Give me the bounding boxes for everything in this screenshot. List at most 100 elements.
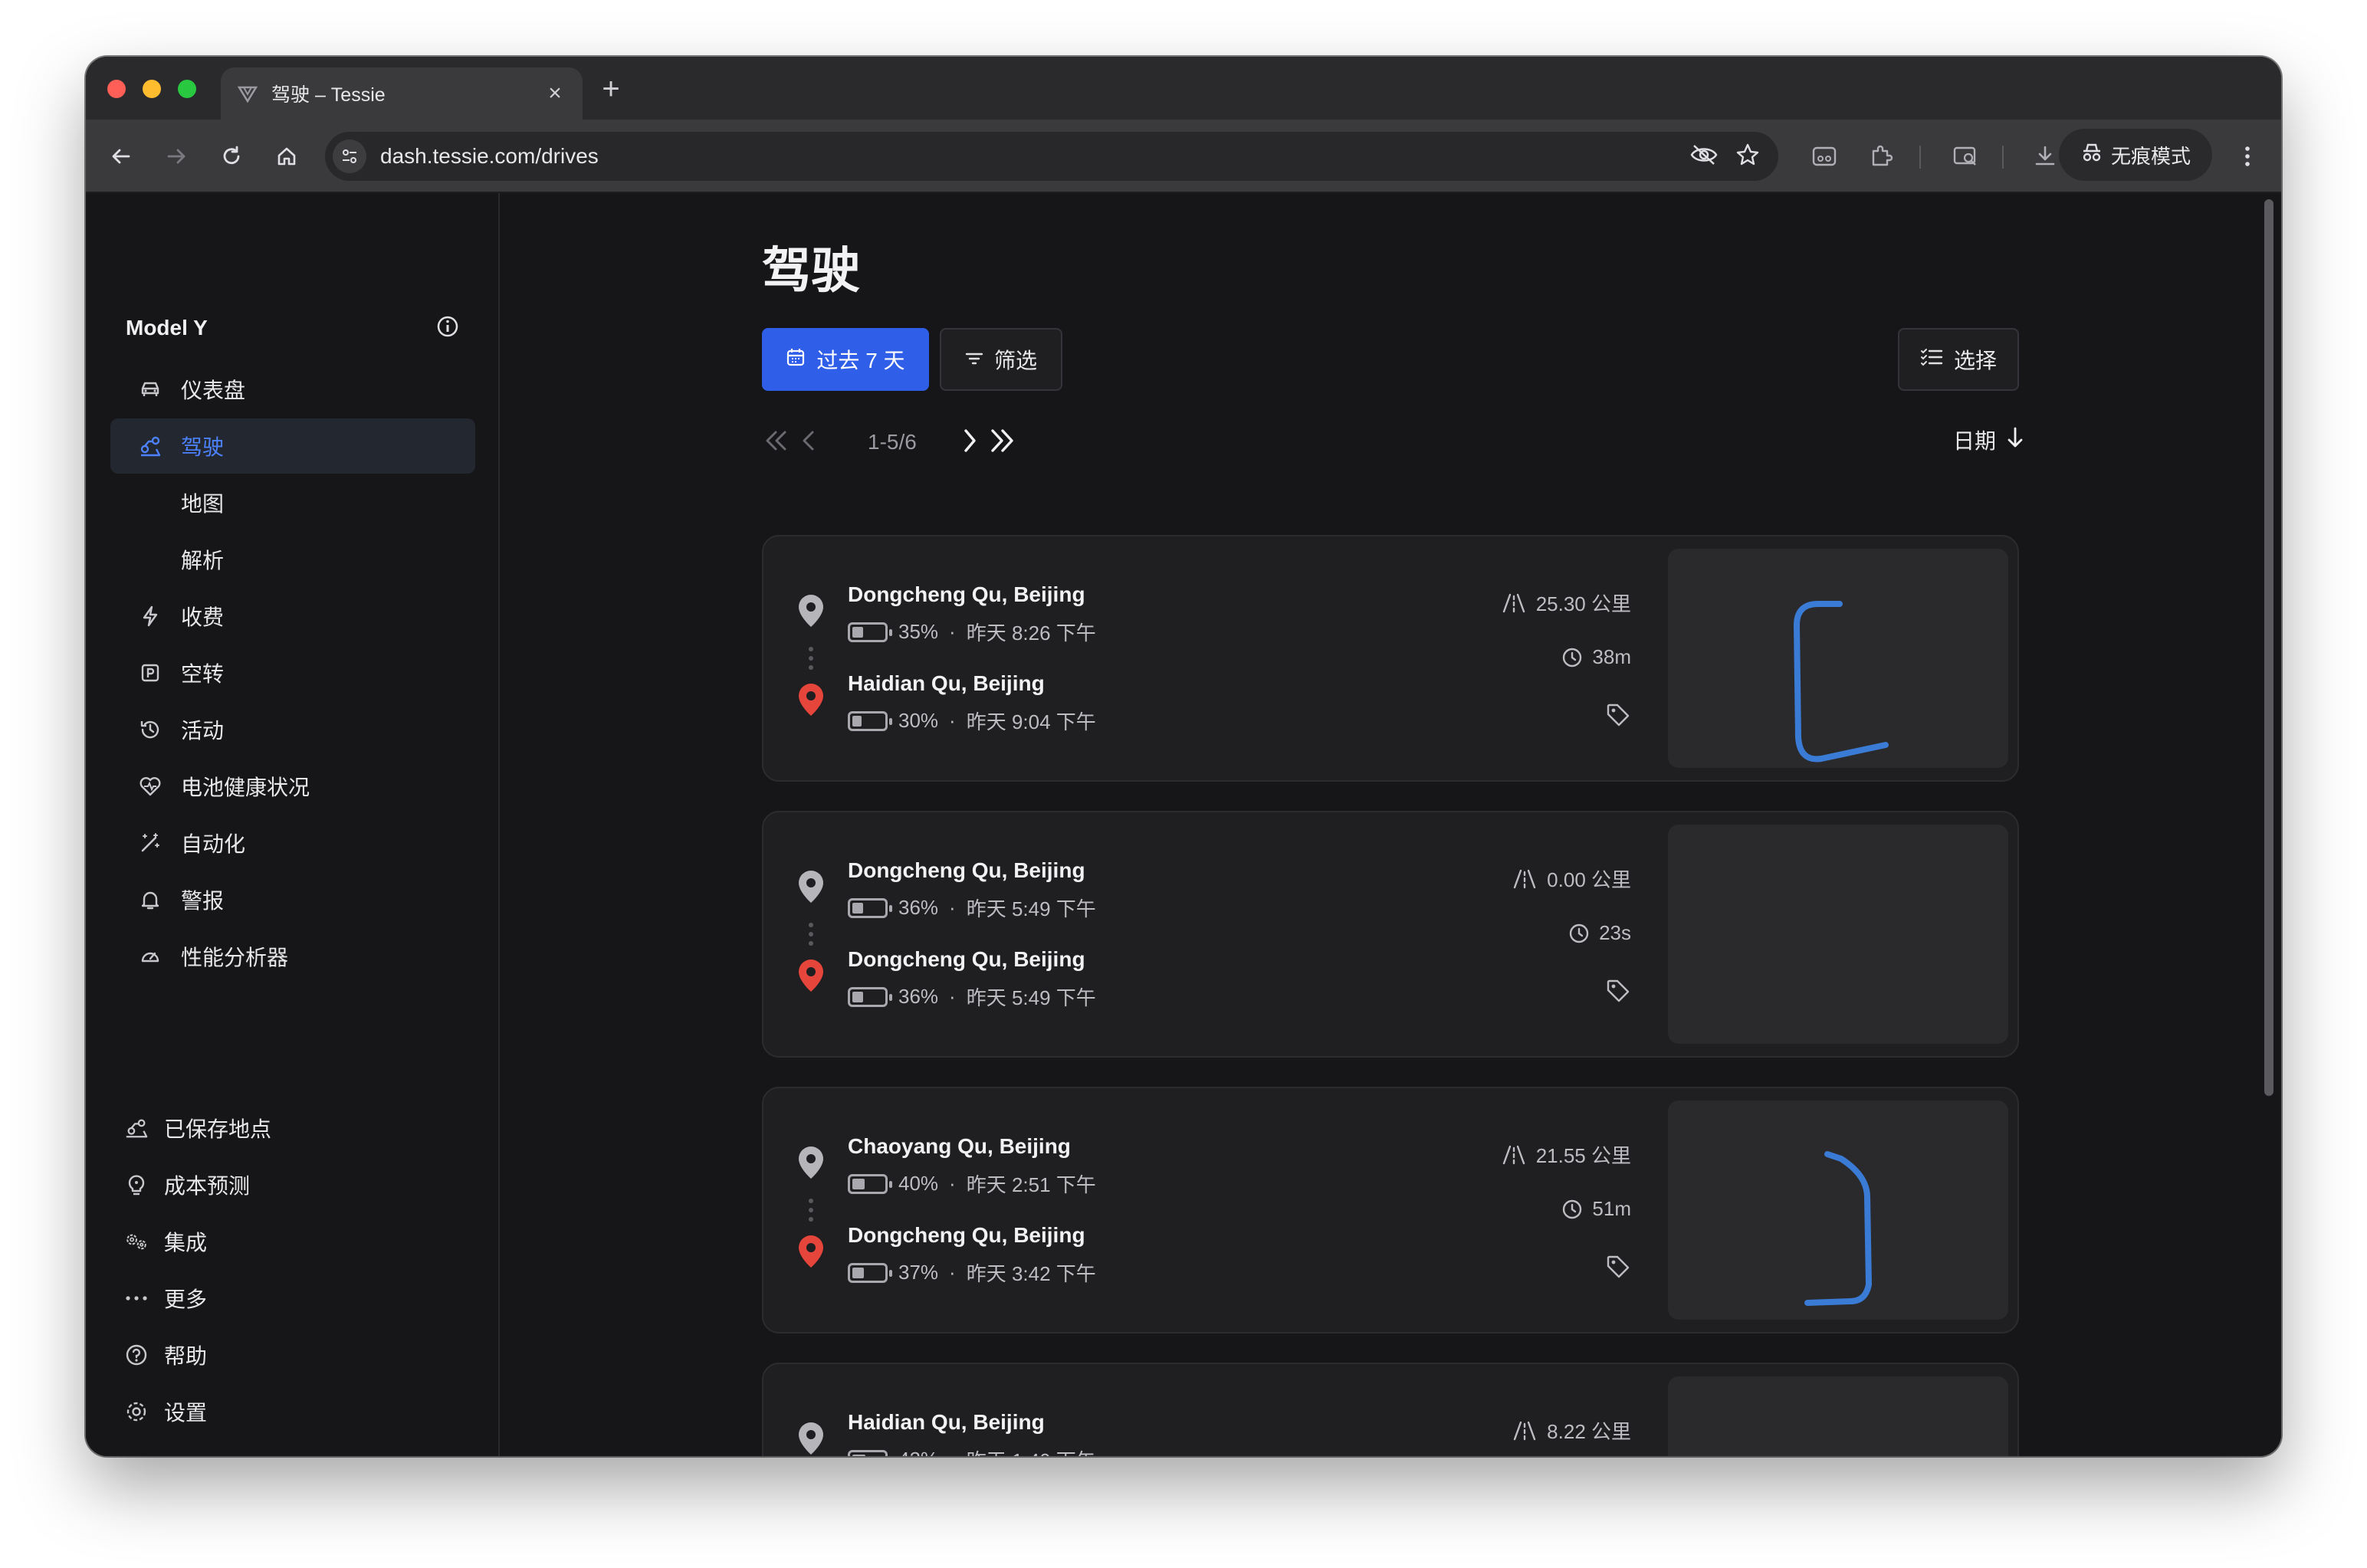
distance-stat: 8.22 公里 <box>1512 1416 1631 1445</box>
battery-heart-icon <box>138 774 163 799</box>
road-icon <box>1513 1421 1536 1440</box>
end-battery: 37% <box>898 1261 939 1284</box>
toolbar-divider <box>1919 146 1921 169</box>
reading-mode-icon[interactable] <box>1804 136 1844 176</box>
tab-search-icon[interactable] <box>1945 136 1985 176</box>
drive-card[interactable]: Haidian Qu, Beijing 42% · 昨天 1:40 下午 Cha… <box>762 1363 2019 1456</box>
sidebar-item-analysis[interactable]: 解析 <box>110 532 475 587</box>
start-location-pin-icon <box>799 595 823 627</box>
route-map[interactable] <box>1668 1101 2008 1320</box>
bookmark-star-icon[interactable] <box>1735 143 1760 171</box>
sidebar-item-alerts[interactable]: 警报 <box>110 872 475 927</box>
start-time: 昨天 8:26 下午 <box>966 622 1096 645</box>
tag-button[interactable] <box>1605 978 1631 1004</box>
tag-button[interactable] <box>1605 1254 1631 1280</box>
drive-card[interactable]: Dongcheng Qu, Beijing 35% · 昨天 8:26 下午 H… <box>762 535 2019 782</box>
prev-page-icon[interactable] <box>800 429 817 456</box>
sidebar-item-automation[interactable]: 自动化 <box>110 815 475 871</box>
sidebar-item-idle[interactable]: 空转 <box>110 645 475 700</box>
separator-dot: · <box>949 985 956 1008</box>
sidebar-item-more[interactable]: 更多 <box>124 1275 207 1321</box>
date-range-label: 过去 7 天 <box>816 349 905 372</box>
extensions-icon[interactable] <box>1861 136 1901 176</box>
sidebar-item-label: 帮助 <box>164 1344 208 1368</box>
date-range-button[interactable]: 过去 7 天 <box>762 328 929 391</box>
sidebar-item-map[interactable]: 地图 <box>110 475 475 530</box>
next-page-icon[interactable] <box>961 428 978 458</box>
incognito-badge[interactable]: 无痕模式 <box>2059 129 2212 181</box>
end-battery: 30% <box>898 709 939 732</box>
bell-icon <box>138 887 163 912</box>
sidebar-item-cost-forecast[interactable]: 成本预测 <box>124 1162 250 1208</box>
sidebar-item-settings[interactable]: 设置 <box>124 1389 207 1435</box>
road-icon <box>1513 869 1536 888</box>
zoom-window-button[interactable] <box>178 80 196 98</box>
start-location-pin-icon <box>799 1422 823 1455</box>
sidebar-item-battery-health[interactable]: 电池健康状况 <box>110 759 475 814</box>
sidebar-item-label: 性能分析器 <box>181 946 289 969</box>
first-page-icon[interactable] <box>762 429 791 456</box>
sidebar-item-dashboard[interactable]: 仪表盘 <box>110 362 475 417</box>
drive-card[interactable]: Dongcheng Qu, Beijing 36% · 昨天 5:49 下午 D… <box>762 811 2019 1058</box>
filter-button[interactable]: 筛选 <box>940 328 1062 391</box>
start-location-pin-icon <box>799 871 823 903</box>
browser-tab[interactable]: 驾驶 – Tessie × <box>221 67 583 120</box>
select-button[interactable]: 选择 <box>1898 328 2019 391</box>
sort-control[interactable]: 日期 <box>1953 425 2024 455</box>
tag-icon <box>1607 704 1630 727</box>
settings-icon <box>124 1399 149 1424</box>
clock-icon <box>1563 648 1582 667</box>
clock-icon <box>1569 923 1589 943</box>
battery-icon <box>848 1173 892 1194</box>
forward-icon[interactable] <box>156 136 196 176</box>
close-tab-icon[interactable]: × <box>543 80 567 107</box>
route-map[interactable] <box>1668 1376 2008 1456</box>
start-time: 昨天 1:40 下午 <box>967 1445 1096 1456</box>
start-meta: 36% · 昨天 5:49 下午 <box>848 894 1096 922</box>
sidebar: Model Y 仪表盘 驾驶 地图 解析 收费 空转 活动 电池健康状况 自动化… <box>86 193 500 1456</box>
page-scrollbar[interactable] <box>2264 199 2273 1096</box>
sidebar-item-saved-places[interactable]: 已保存地点 <box>124 1105 271 1151</box>
route-map[interactable] <box>1668 825 2008 1044</box>
route-map[interactable] <box>1668 549 2008 768</box>
start-battery: 35% <box>898 620 939 643</box>
separator-dot: · <box>949 896 956 919</box>
last-page-icon[interactable] <box>987 428 1018 458</box>
sidebar-item-drives[interactable]: 驾驶 <box>110 418 475 474</box>
sidebar-item-help[interactable]: 帮助 <box>124 1332 207 1378</box>
home-icon[interactable] <box>267 136 307 176</box>
lightbulb-icon <box>124 1173 149 1197</box>
drive-card[interactable]: Chaoyang Qu, Beijing 40% · 昨天 2:51 下午 Do… <box>762 1087 2019 1333</box>
sidebar-item-label: 已保存地点 <box>164 1117 272 1141</box>
sidebar-item-label: 收费 <box>181 605 225 629</box>
bolt-icon <box>138 604 163 628</box>
browser-toolbar: dash.tessie.com/drives 无痕模式 <box>86 120 2281 193</box>
sidebar-item-label: 设置 <box>164 1401 208 1425</box>
address-bar[interactable]: dash.tessie.com/drives <box>325 132 1778 181</box>
reload-icon[interactable] <box>212 136 251 176</box>
gauge-icon <box>138 944 163 969</box>
url-text[interactable]: dash.tessie.com/drives <box>380 144 1689 169</box>
toolbar-divider <box>2002 146 2004 169</box>
new-tab-button[interactable]: + <box>592 72 630 107</box>
site-settings-icon[interactable] <box>333 139 366 173</box>
back-icon[interactable] <box>101 136 141 176</box>
sidebar-item-label: 解析 <box>181 549 225 572</box>
info-icon[interactable] <box>435 314 460 339</box>
browser-menu-icon[interactable] <box>2227 136 2267 176</box>
sidebar-item-label: 活动 <box>181 719 225 743</box>
start-location-name: Haidian Qu, Beijing <box>848 1410 1045 1434</box>
page-range: 1-5/6 <box>868 430 917 454</box>
sidebar-item-performance[interactable]: 性能分析器 <box>110 929 475 984</box>
battery-icon <box>848 897 892 918</box>
minimize-window-button[interactable] <box>143 80 161 98</box>
more-icon <box>124 1286 149 1310</box>
sidebar-item-activity[interactable]: 活动 <box>110 702 475 757</box>
tag-button[interactable] <box>1605 702 1631 728</box>
sidebar-item-integrations[interactable]: 集成 <box>124 1219 207 1265</box>
sidebar-item-charging[interactable]: 收费 <box>110 589 475 644</box>
start-battery: 42% <box>898 1448 938 1456</box>
close-window-button[interactable] <box>107 80 126 98</box>
eye-off-icon[interactable] <box>1689 143 1719 170</box>
tag-icon <box>1607 1255 1630 1278</box>
